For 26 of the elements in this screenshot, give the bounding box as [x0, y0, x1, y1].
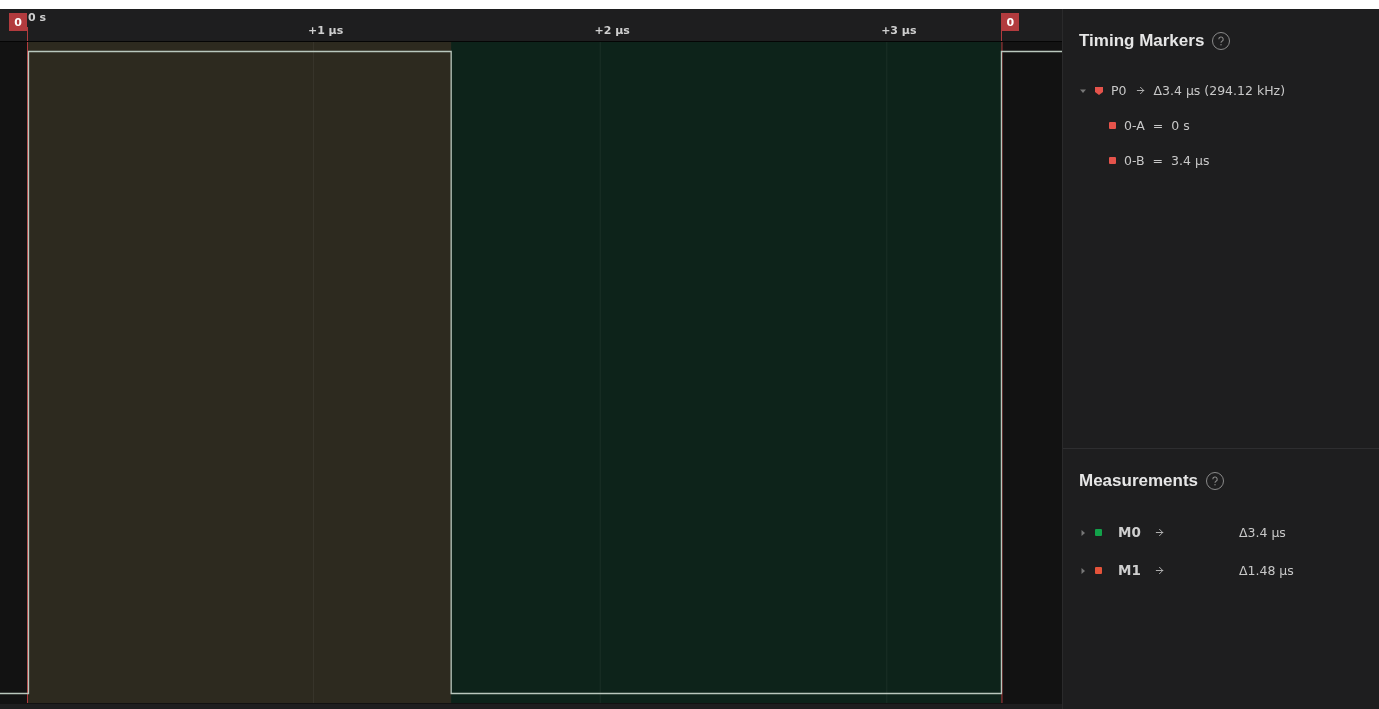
- arrow-icon: [1154, 564, 1165, 576]
- equals-sign: =: [1152, 153, 1164, 168]
- arrow-icon: [1134, 85, 1146, 96]
- caret-icon[interactable]: [1079, 566, 1087, 575]
- marker-time: 3.4 μs: [1171, 153, 1210, 168]
- arrow-icon: [1154, 526, 1165, 538]
- measurement-name: M1: [1118, 562, 1142, 578]
- marker-pair-name: P0: [1111, 83, 1127, 98]
- marker-flag[interactable]: 0: [9, 13, 27, 31]
- caret-icon[interactable]: [1079, 528, 1087, 537]
- marker-pair-delta: Δ3.4 μs (294.12 kHz): [1153, 83, 1285, 98]
- marker-name: 0-A: [1124, 118, 1145, 133]
- measurement-value: Δ1.48 μs: [1239, 562, 1294, 578]
- tick-label: +2 μs: [594, 24, 630, 37]
- tick-label: +1 μs: [307, 24, 344, 37]
- tick-label: +3 μs: [881, 24, 917, 37]
- equals-sign: =: [1152, 118, 1164, 133]
- caret-icon[interactable]: [1079, 87, 1087, 95]
- marker-time: 0 s: [1171, 118, 1190, 133]
- marker-name: 0-B: [1124, 153, 1145, 168]
- measurement-name: M0: [1118, 524, 1142, 540]
- measurement-value: Δ3.4 μs: [1239, 524, 1286, 540]
- marker-flag[interactable]: 0: [1001, 13, 1020, 31]
- section-title: Timing Markers: [1079, 31, 1205, 51]
- section-title: Measurements: [1079, 471, 1199, 491]
- tick-label: 0 s: [28, 11, 47, 24]
